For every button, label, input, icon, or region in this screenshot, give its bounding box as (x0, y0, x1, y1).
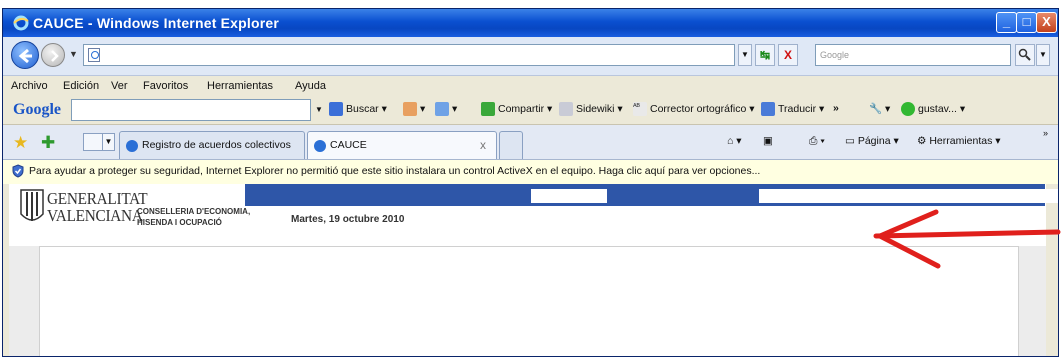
account-button[interactable]: gustav... ▾ (901, 102, 965, 116)
translate-button[interactable]: Traducir ▾ (761, 102, 824, 116)
stop-button[interactable]: X (778, 44, 798, 66)
back-button[interactable] (11, 41, 39, 69)
chevron-more-icon[interactable]: » (1043, 128, 1048, 138)
address-row: ▼ ▼ ↹ X Google ▼ (3, 37, 1058, 76)
google-g-icon (329, 102, 343, 116)
header-field-short (531, 189, 607, 203)
menu-bar: Archivo Edición Ver Favoritos Herramient… (3, 76, 1058, 96)
quick-tabs-icon[interactable] (83, 133, 103, 151)
info-bar-message: Para ayudar a proteger su seguridad, Int… (29, 165, 761, 177)
menu-herramientas[interactable]: Herramientas (207, 80, 273, 92)
translate-icon (761, 102, 775, 116)
back-arrow-icon (18, 48, 32, 64)
address-input[interactable] (83, 44, 735, 66)
page-body (9, 246, 1046, 356)
gear-icon: ⚙ (917, 135, 927, 147)
ie-window: CAUCE - Windows Internet Explorer _ □ X … (2, 8, 1059, 357)
generalitat-crest-icon (20, 189, 44, 221)
google-search-input[interactable] (71, 99, 311, 121)
address-dropdown-icon[interactable]: ▼ (738, 44, 752, 66)
search-options-icon[interactable]: ▼ (1036, 44, 1050, 66)
google-toolbar: Google ▼ Buscar ▾ ▾ ▾ Compartir ▾ Sidewi… (3, 96, 1058, 125)
tab-registro-label: Registro de acuerdos colectivos (142, 139, 291, 151)
favorites-star-icon[interactable]: ★ (13, 133, 28, 153)
google-logo: Google (13, 101, 61, 118)
search-input[interactable]: Google (815, 44, 1011, 66)
page-menu-button[interactable]: ▭ Página ▾ (845, 135, 899, 147)
menu-archivo[interactable]: Archivo (11, 80, 48, 92)
spellcheck-icon: ᴬᴮ (633, 102, 647, 116)
tab-list-dropdown-icon[interactable]: ▼ (103, 133, 115, 151)
menu-edicion[interactable]: Edición (63, 80, 99, 92)
refresh-button[interactable]: ↹ (755, 44, 775, 66)
menu-ver[interactable]: Ver (111, 80, 128, 92)
history-dropdown-icon[interactable]: ▼ (69, 49, 78, 59)
window-title: CAUCE - Windows Internet Explorer (33, 15, 280, 31)
close-button[interactable]: X (1036, 12, 1057, 33)
generalitat-logo-text: GENERALITAT VALENCIANA (47, 189, 148, 225)
sidewiki-icon (559, 102, 573, 116)
forward-button[interactable] (41, 43, 65, 67)
sidewiki-button[interactable]: Sidewiki ▾ (559, 102, 623, 116)
wrench-icon[interactable]: 🔧 ▾ (869, 102, 890, 115)
tab-row: ★ ✚ ▼ Registro de acuerdos colectivos CA… (3, 125, 1058, 160)
tools-menu-button[interactable]: ⚙ Herramientas ▾ (917, 135, 1001, 147)
feeds-icon[interactable]: ▣ (763, 135, 773, 147)
search-button[interactable] (1015, 44, 1035, 66)
pagerank-icon[interactable]: ▾ (403, 102, 425, 116)
page-icon (88, 48, 100, 62)
menu-ayuda[interactable]: Ayuda (295, 80, 326, 92)
forward-arrow-icon (51, 50, 59, 62)
tab-close-icon[interactable]: x (480, 138, 486, 152)
spellcheck-button[interactable]: ᴬᴮ Corrector ortográfico ▾ (633, 102, 755, 116)
content-panel (39, 246, 1019, 356)
google-search-button[interactable]: Buscar ▾ (329, 102, 387, 116)
menu-favoritos[interactable]: Favoritos (143, 80, 188, 92)
tab-registro[interactable]: Registro de acuerdos colectivos (119, 131, 305, 159)
title-bar[interactable]: CAUCE - Windows Internet Explorer _ □ X (3, 9, 1058, 37)
add-favorite-icon[interactable]: ✚ (41, 133, 55, 153)
header-blue-bar (245, 184, 1058, 206)
ie-logo-icon (13, 15, 29, 31)
minimize-button[interactable]: _ (996, 12, 1017, 33)
share-button[interactable]: Compartir ▾ (481, 102, 552, 116)
tab-cauce-label: CAUCE (330, 139, 367, 151)
tab-cauce[interactable]: CAUCE x (307, 131, 497, 159)
search-icon (1018, 48, 1031, 61)
google-search-dropdown-icon[interactable]: ▼ (315, 105, 323, 114)
shield-icon (12, 164, 24, 178)
account-status-icon (901, 102, 915, 116)
bookmarks-icon[interactable]: ▾ (435, 102, 457, 116)
ie-page-icon (126, 140, 138, 152)
security-info-bar[interactable]: Para ayudar a proteger su seguridad, Int… (3, 160, 1058, 185)
page-content: GENERALITAT VALENCIANA CONSELLERIA D'ECO… (3, 184, 1058, 356)
home-icon[interactable]: ⌂ ▾ (727, 135, 742, 147)
ie-page-icon (314, 140, 326, 152)
share-icon (481, 102, 495, 116)
current-date: Martes, 19 octubre 2010 (291, 214, 405, 225)
department-name: CONSELLERIA D'ECONOMIA, HISENDA I OCUPAC… (137, 207, 251, 227)
new-tab-button[interactable] (499, 131, 523, 159)
print-icon[interactable]: ⎙ ▾ (809, 135, 825, 148)
more-button[interactable]: » (833, 102, 839, 114)
header-field-long (759, 189, 1058, 203)
maximize-button[interactable]: □ (1016, 12, 1037, 33)
